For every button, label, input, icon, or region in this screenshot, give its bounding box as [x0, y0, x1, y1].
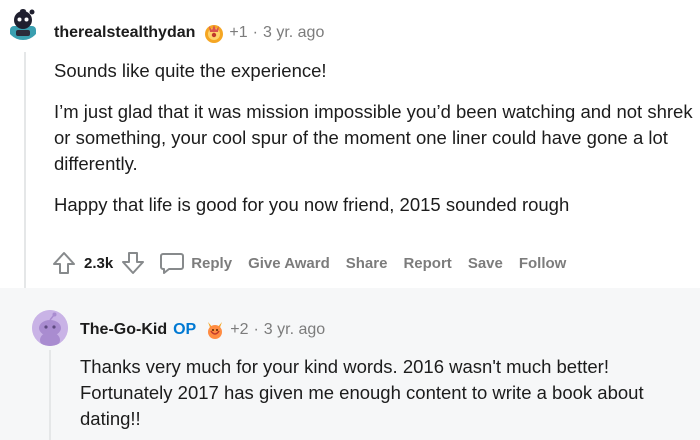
give-award-button[interactable]: Give Award	[248, 255, 330, 272]
speech-bubble-icon	[159, 251, 185, 275]
reply-label: Reply	[191, 254, 233, 272]
comment-paragraph: Happy that life is good for you now frie…	[54, 194, 570, 215]
snoo-avatar-icon	[32, 310, 68, 346]
follow-button[interactable]: Follow	[519, 255, 567, 272]
reply-button[interactable]: Reply	[159, 251, 232, 275]
comment-meta: therealstealthydan +1 · 3 yr. ago	[54, 22, 324, 44]
thread-line[interactable]	[49, 350, 51, 440]
award-count: +1	[229, 24, 248, 41]
comment-body: Thanks very much for your kind words. 20…	[80, 354, 692, 432]
timestamp[interactable]: 3 yr. ago	[263, 24, 324, 42]
save-button[interactable]: Save	[468, 255, 503, 272]
comment-therealstealthydan: therealstealthydan +1 · 3 yr. ago Sounds…	[0, 0, 700, 288]
thread-line[interactable]	[24, 52, 26, 288]
vote-score: 2.3k	[84, 254, 114, 272]
avatar[interactable]	[32, 310, 68, 346]
username[interactable]: The-Go-Kid	[80, 321, 167, 339]
comment-body: Sounds like quite the experience! I’m ju…	[54, 58, 694, 233]
comment-paragraph: Sounds like quite the experience!	[54, 60, 327, 81]
snoo-avatar-icon	[6, 6, 40, 40]
separator: ·	[252, 24, 258, 41]
timestamp[interactable]: 3 yr. ago	[264, 321, 325, 339]
arrow-up-icon[interactable]	[48, 247, 80, 279]
username[interactable]: therealstealthydan	[54, 24, 195, 42]
op-badge: OP	[173, 321, 197, 338]
comment-paragraph: I’m just glad that it was mission imposs…	[54, 101, 693, 174]
award-icon[interactable]	[204, 319, 226, 341]
award-icon[interactable]	[203, 22, 225, 44]
arrow-down-icon[interactable]	[117, 247, 149, 279]
award-count: +2	[230, 321, 249, 338]
separator: ·	[253, 321, 259, 338]
comment-meta: The-Go-Kid OP +2 · 3 yr. ago	[80, 319, 325, 341]
comment-paragraph: Thanks very much for your kind words. 20…	[80, 356, 644, 429]
report-button[interactable]: Report	[403, 255, 451, 272]
share-button[interactable]: Share	[346, 255, 388, 272]
avatar[interactable]	[6, 6, 40, 40]
comment-actions: 2.3k Reply Give Award Share Report Save …	[48, 246, 582, 280]
